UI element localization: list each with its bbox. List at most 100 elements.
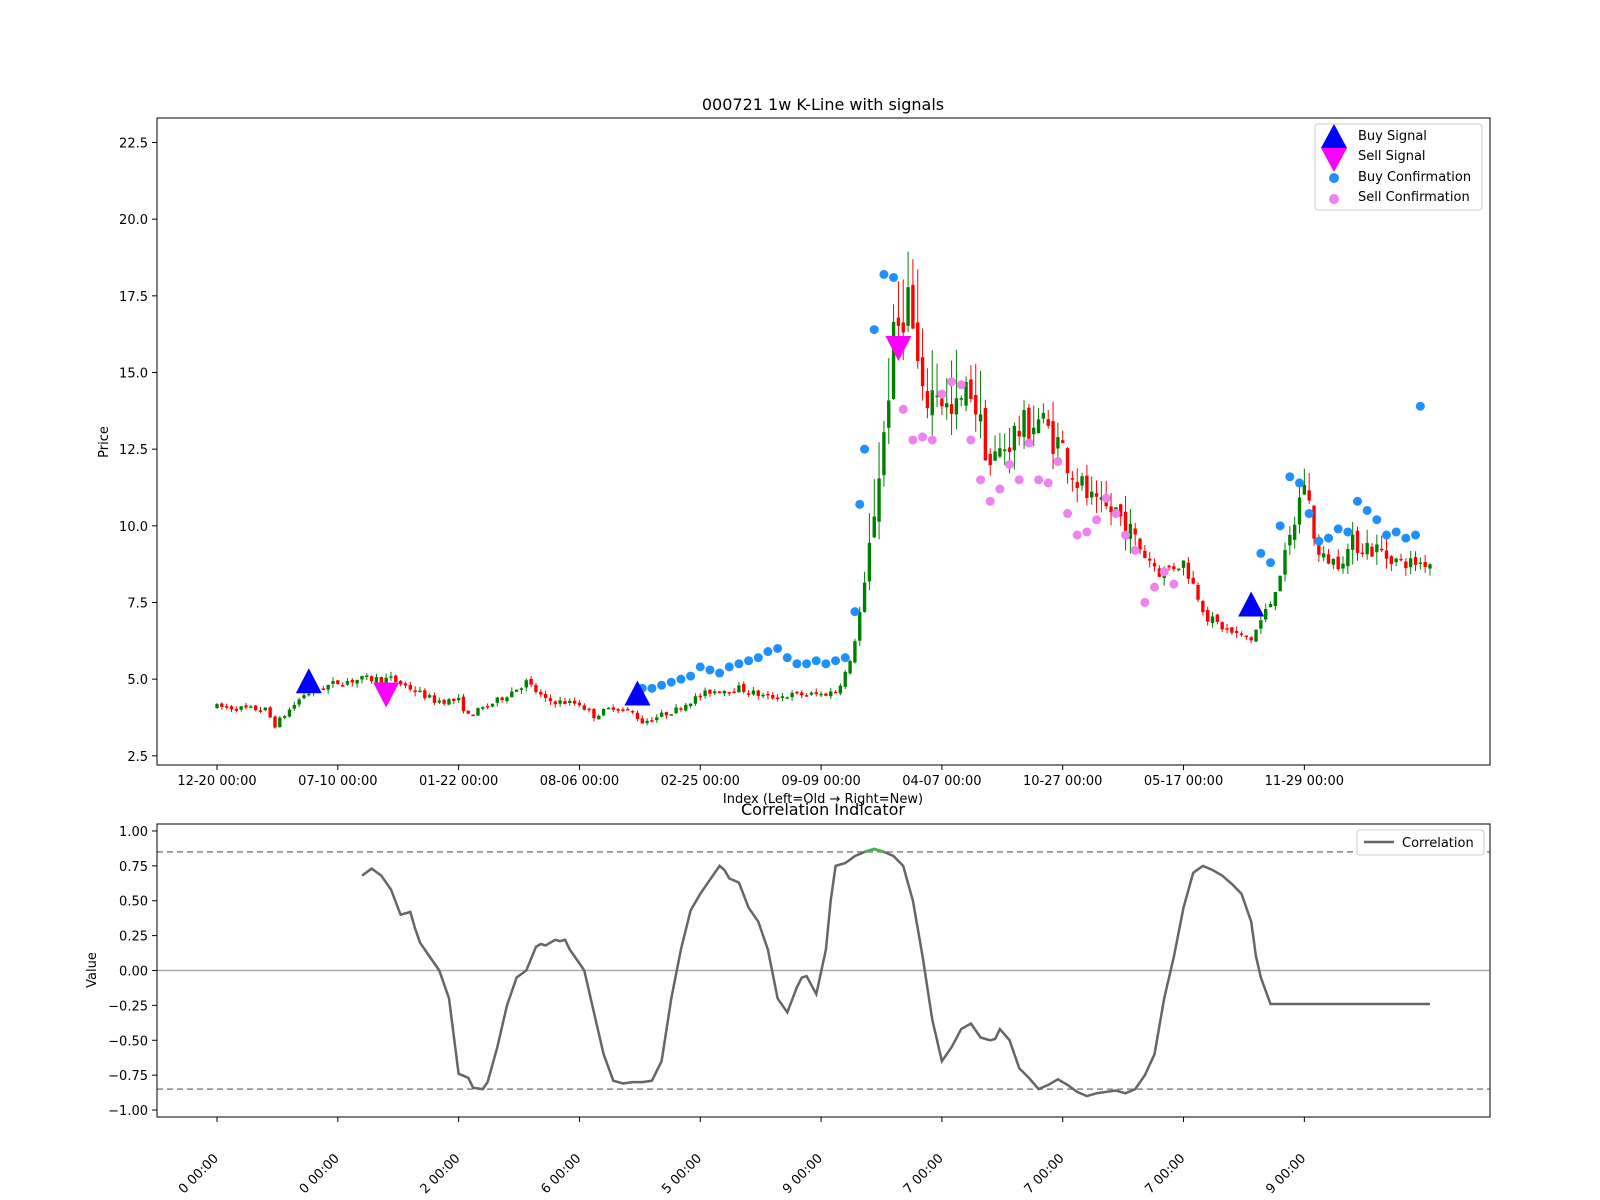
sell-confirmation-point (1043, 478, 1053, 488)
candle-body (427, 695, 432, 698)
candle-body (1046, 419, 1050, 426)
kline-y-tick-label: 15.0 (119, 367, 148, 382)
sell-confirmation-point (1169, 579, 1179, 589)
kline-legend: Buy Signal Sell Signal Buy Confirmation … (1314, 123, 1483, 211)
buy-confirmation-point (753, 653, 763, 663)
candle-body (403, 683, 408, 686)
candle-body (1152, 563, 1157, 567)
legend-sell-confirmation: Sell Confirmation (1358, 190, 1470, 205)
candle-body (790, 692, 794, 698)
candle-body (263, 707, 268, 711)
kline-y-label: Price (97, 426, 112, 458)
candle-body (1225, 628, 1229, 630)
candle-body (510, 691, 514, 698)
candle-body (234, 708, 239, 711)
candle-body (1036, 419, 1041, 434)
candle-body (224, 706, 229, 708)
candle-body (1070, 478, 1075, 480)
candle-body (901, 322, 905, 333)
buy-confirmation-point (889, 272, 899, 282)
candle-body (626, 709, 630, 711)
candle-body (630, 711, 635, 713)
buy-confirmation-point (792, 659, 802, 669)
candle-body (949, 404, 954, 414)
candle-body (597, 715, 601, 720)
candle-body (693, 696, 698, 704)
sell-confirmation-point (918, 432, 928, 442)
candle-body (684, 704, 688, 711)
legend-buy-confirmation: Buy Confirmation (1358, 170, 1471, 185)
candle-body (331, 681, 335, 684)
sell-confirmation-point (1063, 509, 1073, 519)
buy-confirmation-point (705, 665, 715, 675)
candle-body (418, 690, 422, 693)
correlation-x-tick-label: 5 00:00 (659, 1151, 705, 1197)
candle-body (1263, 609, 1268, 620)
candle-body (1297, 497, 1302, 525)
candle-body (1191, 577, 1195, 584)
candle-body (442, 699, 446, 704)
candle-body (505, 697, 509, 701)
candle-body (717, 691, 722, 694)
candle-body (920, 357, 925, 387)
buy-confirmation-point (1401, 533, 1411, 543)
buy-confirmation-point (782, 653, 792, 663)
buy-confirmation-point (1266, 558, 1276, 568)
candle-body (645, 720, 649, 724)
candle-body (751, 690, 756, 695)
candle-body (1428, 564, 1432, 569)
sell-confirmation-point (1024, 438, 1034, 448)
kline-x-tick-label: 02-25 00:00 (661, 774, 740, 789)
candle-body (679, 708, 683, 710)
candle-body (253, 705, 258, 711)
candle-body (1418, 562, 1423, 564)
candle-body (1075, 481, 1079, 488)
buy-confirmation-point (695, 662, 705, 672)
buy-confirmation-point (763, 647, 773, 657)
candle-body (220, 703, 224, 707)
buy-confirmation-point (1304, 509, 1314, 519)
candle-body (1012, 425, 1017, 451)
candle-body (1336, 556, 1340, 570)
candle-body (1278, 575, 1282, 592)
candle-body (1292, 524, 1297, 540)
candle-body (1302, 484, 1307, 495)
candle-body (795, 691, 799, 694)
correlation-title: Correlation Indicator (741, 800, 905, 819)
candle-body (983, 407, 988, 461)
candle-body (775, 697, 780, 699)
candle-body (746, 693, 751, 695)
candle-body (408, 684, 412, 690)
candle-body (785, 697, 789, 699)
candle-body (732, 691, 736, 694)
candle-body (650, 720, 654, 722)
buy-confirmation-point (657, 680, 667, 690)
candle-body (1051, 421, 1055, 454)
candle-body (601, 708, 606, 716)
candle-body (1080, 476, 1084, 486)
sell-confirmation-point (985, 496, 995, 506)
buy-confirmation-point (850, 607, 860, 617)
candle-body (771, 694, 775, 699)
candle-body (466, 710, 470, 714)
buy-confirmation-point (879, 269, 889, 279)
correlation-y-tick-label: 0.25 (119, 930, 148, 945)
candle-body (1249, 637, 1253, 641)
candle-body (1268, 603, 1273, 608)
sell-confirmation-point (908, 435, 918, 445)
candle-body (258, 710, 263, 712)
buy-confirmation-point (1382, 530, 1392, 540)
candle-body (1186, 562, 1191, 579)
buy-confirmation-point (821, 659, 831, 669)
kline-x-tick-label: 07-10 00:00 (298, 774, 377, 789)
candle-body (1143, 550, 1147, 559)
kline-y-tick-label: 22.5 (119, 137, 148, 152)
candle-body (553, 701, 557, 705)
candle-body (1206, 610, 1210, 622)
candle-body (215, 704, 219, 708)
sell-confirmation-point (1092, 515, 1102, 525)
candle-body (829, 691, 833, 697)
correlation-y-tick-label: −0.25 (108, 999, 148, 1014)
candle-body (292, 704, 297, 709)
candle-body (587, 708, 591, 711)
